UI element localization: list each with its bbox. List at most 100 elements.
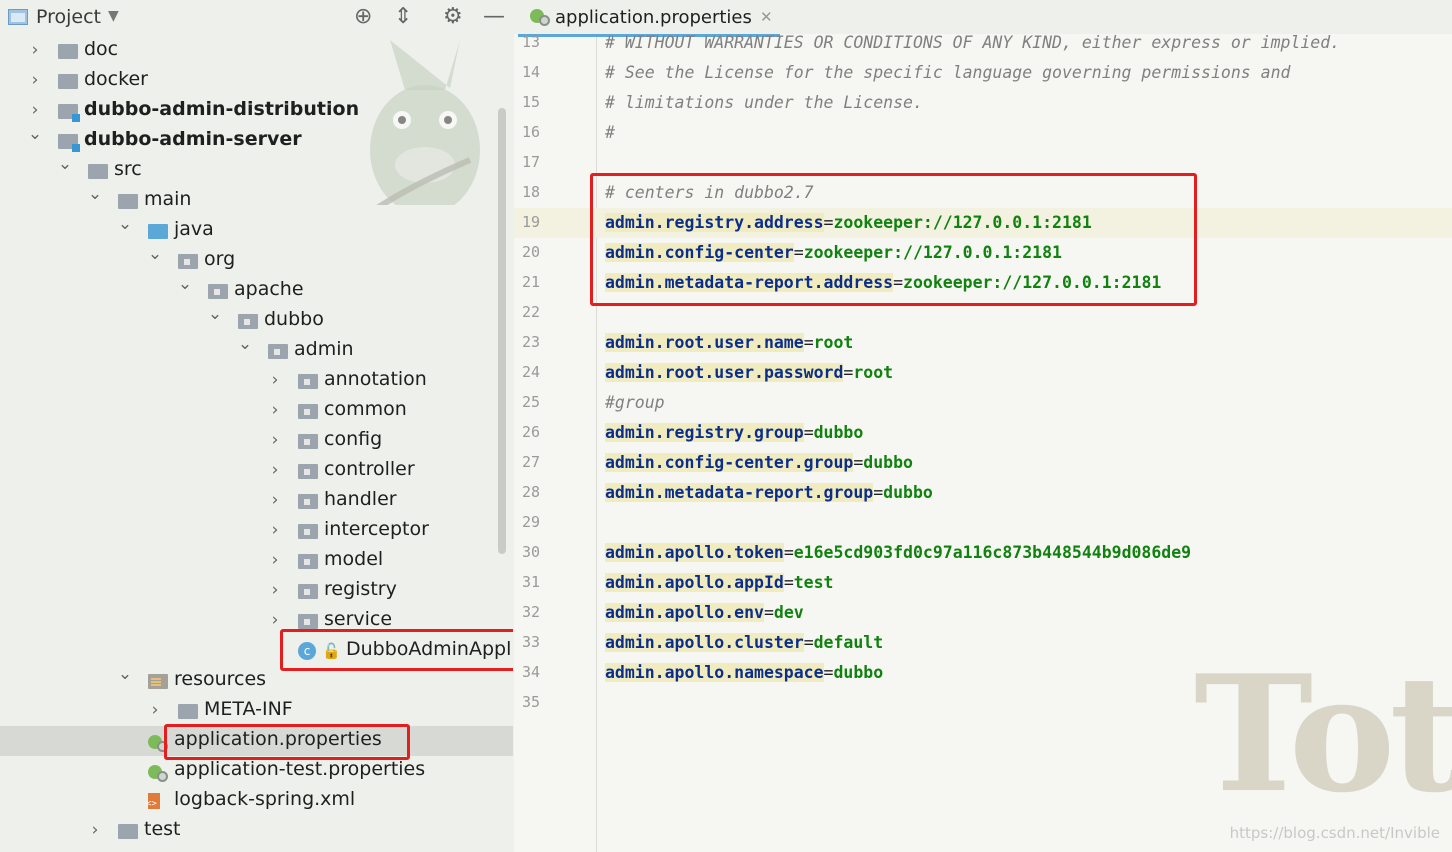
chevron-right-icon[interactable]: ›: [266, 550, 284, 570]
chevron-down-icon[interactable]: ⌄: [146, 244, 164, 264]
chevron-right-icon[interactable]: ›: [266, 580, 284, 600]
tree-item-apache[interactable]: ⌄ apache: [0, 274, 513, 306]
tree-item-dubbo[interactable]: ⌄ dubbo: [0, 304, 513, 336]
tree-item-logback-spring-xml[interactable]: logback-spring.xml: [0, 786, 513, 816]
resources-folder-icon: [148, 674, 168, 689]
tree-item-src[interactable]: ⌄ src: [0, 154, 513, 186]
gear-icon[interactable]: ⚙: [443, 4, 463, 29]
property-equals: =: [843, 363, 854, 382]
tree-item-interceptor[interactable]: › interceptor: [0, 516, 513, 546]
code-line[interactable]: 14 # See the License for the specific lan…: [514, 58, 1452, 88]
tree-item-main[interactable]: ⌄ main: [0, 184, 513, 216]
chevron-down-icon[interactable]: ⌄: [116, 664, 134, 684]
chevron-right-icon[interactable]: ›: [266, 370, 284, 390]
code-line[interactable]: 25 #group: [514, 388, 1452, 418]
chevron-down-icon[interactable]: ⌄: [116, 214, 134, 234]
tree-item-meta-inf[interactable]: › META-INF: [0, 696, 513, 726]
tree-item-doc[interactable]: › doc: [0, 36, 513, 66]
code-line[interactable]: 30 admin.apollo.token=e16e5cd903fd0c97a11…: [514, 538, 1452, 568]
line-number: 22: [521, 303, 540, 321]
tree-item-test[interactable]: › test: [0, 816, 513, 846]
tree-item-docker[interactable]: › docker: [0, 66, 513, 96]
code-line[interactable]: 32 admin.apollo.env=dev: [514, 598, 1452, 628]
tree-scrollbar[interactable]: [498, 108, 506, 554]
line-number: 21: [521, 273, 540, 291]
tree-item-dubbo-admin-server[interactable]: ⌄ dubbo-admin-server: [0, 124, 513, 156]
code-line[interactable]: 29: [514, 508, 1452, 538]
chevron-down-icon[interactable]: ⌄: [26, 124, 44, 144]
property-value: default: [813, 633, 884, 652]
chevron-down-icon[interactable]: ⌄: [176, 274, 194, 294]
close-icon[interactable]: ✕: [760, 8, 773, 26]
property-equals: =: [783, 543, 794, 562]
chevron-right-icon[interactable]: ›: [266, 490, 284, 510]
line-number: 24: [521, 363, 540, 381]
property-entry: admin.apollo.token=e16e5cd903fd0c97a116c…: [605, 543, 1191, 562]
package-icon: [298, 404, 318, 419]
code-line[interactable]: 13 # WITHOUT WARRANTIES OR CONDITIONS OF …: [514, 28, 1452, 58]
chevron-down-icon[interactable]: ⌄: [86, 184, 104, 204]
tree-item-annotation[interactable]: › annotation: [0, 366, 513, 396]
package-icon: [298, 374, 318, 389]
tree-item-registry[interactable]: › registry: [0, 576, 513, 606]
tree-item-handler[interactable]: › handler: [0, 486, 513, 516]
chevron-right-icon[interactable]: ›: [266, 520, 284, 540]
folder-icon: [88, 164, 108, 179]
code-line[interactable]: 26 admin.registry.group=dubbo: [514, 418, 1452, 448]
chevron-right-icon[interactable]: ›: [146, 700, 164, 720]
chevron-down-icon[interactable]: ⌄: [56, 154, 74, 174]
property-key: admin.apollo.env: [605, 603, 764, 622]
tree-item-label: dubbo-admin-server: [84, 128, 302, 150]
chevron-down-icon[interactable]: ▼: [108, 8, 119, 24]
code-line[interactable]: 28 admin.metadata-report.group=dubbo: [514, 478, 1452, 508]
locate-icon[interactable]: ⊕: [354, 4, 372, 29]
code-line[interactable]: 23 admin.root.user.name=root: [514, 328, 1452, 358]
property-value: root: [853, 363, 894, 382]
property-entry: admin.root.user.name=root: [605, 333, 853, 352]
property-key: admin.root.user.password: [605, 363, 844, 382]
property-value: e16e5cd903fd0c97a116c873b448544b9d086de9: [793, 543, 1192, 562]
property-key: admin.metadata-report.group: [605, 483, 874, 502]
collapse-all-icon[interactable]: ⇕: [394, 4, 412, 29]
line-number: 18: [521, 183, 540, 201]
code-line[interactable]: 33 admin.apollo.cluster=default: [514, 628, 1452, 658]
tree-item-model[interactable]: › model: [0, 546, 513, 576]
chevron-right-icon[interactable]: ›: [26, 100, 44, 120]
line-number: 13: [521, 33, 540, 51]
line-number: 17: [521, 153, 540, 171]
code-line[interactable]: 16 #: [514, 118, 1452, 148]
code-line[interactable]: 27 admin.config-center.group=dubbo: [514, 448, 1452, 478]
chevron-right-icon[interactable]: ›: [266, 400, 284, 420]
chevron-down-icon[interactable]: ⌄: [236, 334, 254, 354]
chevron-right-icon[interactable]: ›: [26, 40, 44, 60]
property-entry: admin.apollo.env=dev: [605, 603, 804, 622]
package-icon: [298, 524, 318, 539]
chevron-down-icon[interactable]: ⌄: [206, 304, 224, 324]
chevron-right-icon[interactable]: ›: [26, 70, 44, 90]
tree-item-controller[interactable]: › controller: [0, 456, 513, 486]
chevron-right-icon[interactable]: ›: [266, 610, 284, 630]
code-line[interactable]: 24 admin.root.user.password=root: [514, 358, 1452, 388]
code-line[interactable]: 15 # limitations under the License.: [514, 88, 1452, 118]
code-line[interactable]: 31 admin.apollo.appId=test: [514, 568, 1452, 598]
code-line[interactable]: 35: [514, 688, 1452, 718]
tree-item-java[interactable]: ⌄ java: [0, 214, 513, 246]
project-panel-title[interactable]: Project: [36, 6, 101, 28]
tree-item-application-test-properties[interactable]: application-test.properties: [0, 756, 513, 786]
tree-item-org[interactable]: ⌄ org: [0, 244, 513, 276]
minimize-icon[interactable]: —: [483, 4, 505, 29]
property-value: dubbo: [833, 663, 884, 682]
property-value: dubbo: [863, 453, 913, 472]
chevron-right-icon[interactable]: ›: [86, 820, 104, 840]
property-entry: admin.root.user.password=root: [605, 363, 893, 382]
line-number: 35: [521, 693, 540, 711]
code-line[interactable]: 34 admin.apollo.namespace=dubbo: [514, 658, 1452, 688]
tree-item-admin[interactable]: ⌄ admin: [0, 334, 513, 366]
tree-item-config[interactable]: › config: [0, 426, 513, 456]
property-equals: =: [803, 633, 814, 652]
tree-item-dubbo-admin-distribution[interactable]: › dubbo-admin-distribution: [0, 96, 513, 126]
tree-item-label: org: [204, 248, 236, 270]
chevron-right-icon[interactable]: ›: [266, 460, 284, 480]
chevron-right-icon[interactable]: ›: [266, 430, 284, 450]
tree-item-common[interactable]: › common: [0, 396, 513, 426]
